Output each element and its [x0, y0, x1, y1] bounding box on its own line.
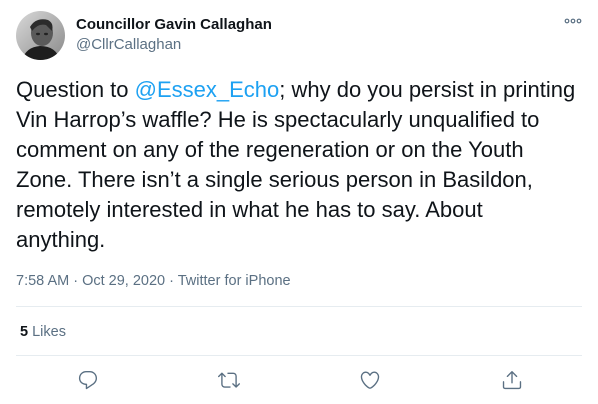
divider — [16, 306, 582, 307]
avatar-image — [16, 11, 65, 60]
avatar[interactable] — [16, 11, 65, 60]
tweet-text-before: Question to — [16, 77, 135, 102]
share-icon[interactable] — [501, 369, 523, 391]
tweet-date[interactable]: Oct 29, 2020 — [82, 273, 165, 289]
tweet-source[interactable]: Twitter for iPhone — [178, 273, 291, 289]
tweet-meta: 7:58 AM · Oct 29, 2020 · Twitter for iPh… — [16, 272, 291, 290]
meta-separator: · — [165, 273, 178, 289]
author-block: Councillor Gavin Callaghan @CllrCallagha… — [76, 15, 272, 54]
divider — [16, 355, 582, 356]
tweet-text: Question to @Essex_Echo; why do you pers… — [16, 75, 576, 255]
tweet-time[interactable]: 7:58 AM — [16, 273, 69, 289]
handle[interactable]: @CllrCallaghan — [76, 35, 272, 54]
heart-icon[interactable] — [359, 369, 381, 391]
retweet-icon[interactable] — [218, 369, 240, 391]
likes-stat[interactable]: 5 Likes — [20, 323, 66, 341]
tweet-text-after: ; why do you persist in printing Vin Har… — [16, 77, 576, 252]
more-options-icon[interactable] — [564, 14, 582, 28]
likes-count: 5 — [20, 324, 29, 340]
tweet-card: Councillor Gavin Callaghan @CllrCallagha… — [0, 0, 598, 404]
display-name[interactable]: Councillor Gavin Callaghan — [76, 15, 272, 34]
meta-separator: · — [69, 273, 83, 289]
mention-link[interactable]: @Essex_Echo — [135, 77, 280, 102]
reply-icon[interactable] — [77, 369, 99, 391]
likes-label: Likes — [28, 324, 66, 340]
